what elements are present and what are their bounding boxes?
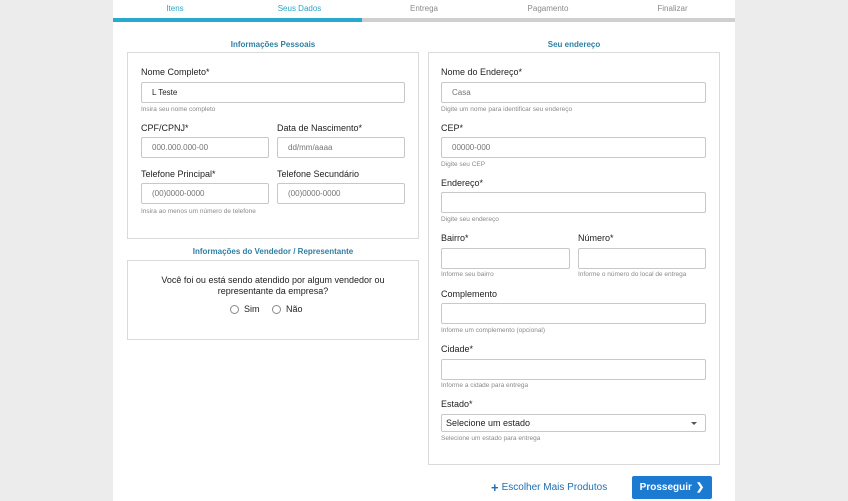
more-products-button[interactable]: + Escolher Mais Produtos bbox=[491, 479, 608, 495]
seller-question-line1: Você foi ou está sendo atendido por algu… bbox=[161, 275, 385, 285]
phone2-input[interactable] bbox=[277, 183, 405, 204]
step-bar bbox=[486, 18, 610, 22]
seller-info-title: Informações do Vendedor / Representante bbox=[192, 247, 354, 256]
chevron-down-icon bbox=[691, 422, 697, 425]
state-select[interactable]: Selecione um estado bbox=[441, 414, 706, 432]
step-label: Entrega bbox=[409, 4, 439, 13]
step-label: Itens bbox=[166, 4, 184, 13]
state-help: Selecione um estado para entrega bbox=[441, 435, 541, 442]
full-name-input[interactable] bbox=[141, 82, 405, 103]
address-name-input[interactable] bbox=[441, 82, 706, 103]
checkout-steps: Itens Seus Dados Entrega Pagamento Final… bbox=[113, 0, 735, 22]
address-name-help: Digite um nome para identificar seu ende… bbox=[441, 106, 573, 113]
address-title: Seu endereço bbox=[547, 40, 601, 49]
plus-icon: + bbox=[491, 479, 499, 495]
step-label: Finalizar bbox=[657, 4, 688, 13]
radio-circle-icon[interactable] bbox=[272, 304, 281, 314]
city-help: Informe a cidade para entrega bbox=[441, 382, 529, 389]
personal-info-title: Informações Pessoais bbox=[230, 40, 316, 49]
birth-date-label: Data de Nascimento* bbox=[277, 123, 363, 133]
address-name-label: Nome do Endereço* bbox=[441, 67, 523, 77]
phone2-label: Telefone Secundário bbox=[277, 169, 360, 179]
cep-label: CEP* bbox=[441, 123, 464, 133]
step-bar bbox=[113, 18, 237, 22]
phone-help: Insira ao menos um número de telefone bbox=[141, 208, 256, 215]
seller-question-line2: representante da empresa? bbox=[217, 286, 329, 296]
phone-input[interactable] bbox=[141, 183, 269, 204]
radio-sim[interactable]: Sim bbox=[230, 304, 260, 314]
step-seus-dados[interactable]: Seus Dados bbox=[237, 0, 362, 22]
number-input[interactable] bbox=[578, 248, 706, 269]
step-label: Seus Dados bbox=[277, 4, 322, 13]
cpf-label: CPF/CPNJ* bbox=[141, 123, 189, 133]
step-pagamento[interactable]: Pagamento bbox=[486, 0, 610, 22]
city-input[interactable] bbox=[441, 359, 706, 380]
full-name-help: Insira seu nome completo bbox=[141, 106, 216, 113]
radio-circle-icon[interactable] bbox=[230, 304, 239, 314]
cep-input[interactable] bbox=[441, 137, 706, 158]
chevron-right-icon: ❯ bbox=[695, 482, 705, 493]
number-help: Informe o número do local de entrega bbox=[578, 271, 687, 278]
step-itens[interactable]: Itens bbox=[113, 0, 237, 22]
street-label: Endereço* bbox=[441, 178, 484, 188]
phone-label: Telefone Principal* bbox=[141, 169, 216, 179]
state-select-value: Selecione um estado bbox=[446, 418, 531, 428]
step-bar bbox=[362, 18, 486, 22]
complement-help: Informe um complemento (opcional) bbox=[441, 327, 546, 334]
radio-nao-label: Não bbox=[286, 304, 303, 314]
cep-help: Digite seu CEP bbox=[441, 161, 486, 168]
step-finalizar[interactable]: Finalizar bbox=[610, 0, 735, 22]
step-bar bbox=[237, 18, 362, 22]
city-label: Cidade* bbox=[441, 344, 474, 354]
proceed-button[interactable]: Prosseguir ❯ bbox=[632, 476, 712, 499]
step-label: Pagamento bbox=[527, 4, 569, 13]
street-help: Digite seu endereço bbox=[441, 216, 499, 223]
seller-info-box bbox=[127, 260, 419, 340]
district-label: Bairro* bbox=[441, 233, 469, 243]
radio-sim-label: Sim bbox=[244, 304, 260, 314]
more-products-label: Escolher Mais Produtos bbox=[501, 482, 608, 493]
complement-label: Complemento bbox=[441, 289, 498, 299]
state-label: Estado* bbox=[441, 399, 473, 409]
checkout-panel: Itens Seus Dados Entrega Pagamento Final… bbox=[113, 0, 735, 501]
complement-input[interactable] bbox=[441, 303, 706, 324]
full-name-label: Nome Completo* bbox=[141, 67, 210, 77]
seller-question: Você foi ou está sendo atendido por algu… bbox=[127, 275, 419, 297]
proceed-label: Prosseguir bbox=[639, 482, 692, 493]
step-bar bbox=[610, 18, 735, 22]
cpf-input[interactable] bbox=[141, 137, 269, 158]
radio-nao[interactable]: Não bbox=[272, 304, 303, 314]
birth-date-input[interactable] bbox=[277, 137, 405, 158]
street-input[interactable] bbox=[441, 192, 706, 213]
district-help: Informe seu bairro bbox=[441, 271, 494, 278]
step-entrega[interactable]: Entrega bbox=[362, 0, 486, 22]
number-label: Número* bbox=[578, 233, 614, 243]
district-input[interactable] bbox=[441, 248, 570, 269]
